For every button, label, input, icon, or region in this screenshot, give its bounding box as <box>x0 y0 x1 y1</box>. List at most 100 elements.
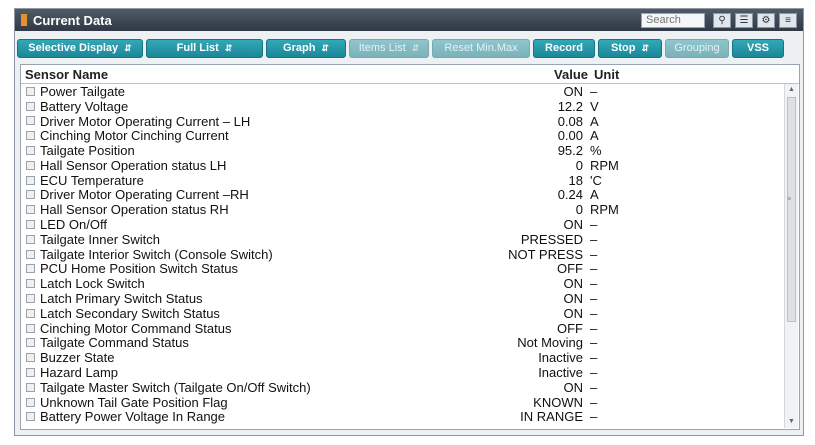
sensor-value: ON <box>563 379 584 395</box>
sensor-unit: RPM <box>590 157 619 173</box>
selective-display-label: Selective Display <box>28 42 119 54</box>
row-checkbox[interactable] <box>26 160 35 170</box>
sensor-value: ON <box>563 217 584 233</box>
graph-button[interactable]: Graph ⇵ <box>266 38 346 58</box>
vertical-scrollbar[interactable]: ▲ ≡ ▼ <box>784 84 798 428</box>
table-row[interactable]: Tailgate Position 95.2% <box>21 143 783 158</box>
table-row[interactable]: Hall Sensor Operation status RH 0 RPM <box>21 202 783 217</box>
selective-display-button[interactable]: Selective Display ⇵ <box>17 38 143 58</box>
row-checkbox[interactable] <box>26 116 35 126</box>
sensor-value: 0.08 <box>557 113 583 129</box>
sensor-name: Tailgate Inner Switch <box>40 231 160 247</box>
row-checkbox[interactable] <box>26 205 35 215</box>
table-row[interactable]: Latch Secondary Switch Status ON – <box>21 306 783 321</box>
sensor-unit: A <box>590 128 599 144</box>
table-row[interactable]: Unknown Tail Gate Position Flag KNOWN – <box>21 395 783 410</box>
stop-label: Stop <box>611 42 636 54</box>
row-checkbox[interactable] <box>26 264 35 274</box>
sensor-value: PRESSED <box>520 231 583 247</box>
row-checkbox[interactable] <box>26 220 35 230</box>
row-checkbox[interactable] <box>26 382 35 392</box>
table-row[interactable]: Latch Primary Switch Status ON – <box>21 291 783 306</box>
sensor-name: LED On/Off <box>40 217 107 233</box>
sensor-name: PCU Home Position Switch Status <box>40 261 238 277</box>
table-header: Sensor Name Value Unit <box>21 65 799 84</box>
reset-min-max-button[interactable]: Reset Min.Max <box>432 38 530 58</box>
full-list-label: Full List <box>176 42 219 54</box>
sensor-unit: – <box>590 379 598 395</box>
sensor-name: Latch Secondary Switch Status <box>40 305 220 321</box>
sensor-value: Not Moving <box>517 335 583 351</box>
scroll-down-arrow-icon[interactable]: ▼ <box>785 416 798 428</box>
row-checkbox[interactable] <box>26 131 35 141</box>
scroll-up-arrow-icon[interactable]: ▲ <box>785 84 798 96</box>
table-row[interactable]: Cinching Motor Cinching Current 0.00 A <box>21 128 783 143</box>
row-checkbox[interactable] <box>26 190 35 200</box>
vss-button[interactable]: VSS <box>732 38 784 58</box>
row-checkbox[interactable] <box>26 175 35 185</box>
sensor-table: Sensor Name Value Unit Power Tailgate ON –… <box>20 64 800 430</box>
sensor-unit: – <box>590 83 598 99</box>
sensor-name: Battery Voltage <box>40 98 129 114</box>
table-row[interactable]: LED On/Off ON – <box>21 217 783 232</box>
sensor-unit: RPM <box>590 202 619 218</box>
row-checkbox[interactable] <box>26 294 35 304</box>
table-row[interactable]: Driver Motor Operating Current – LH 0.08 A <box>21 114 783 129</box>
table-row[interactable]: Hall Sensor Operation status LH 0 RPM <box>21 158 783 173</box>
row-checkbox[interactable] <box>26 86 35 96</box>
settings-icon[interactable]: ⚙ <box>757 12 775 28</box>
row-checkbox[interactable] <box>26 353 35 363</box>
row-checkbox[interactable] <box>26 279 35 289</box>
list-view-icon[interactable]: ☰ <box>735 12 753 28</box>
row-checkbox[interactable] <box>26 338 35 348</box>
menu-icon[interactable]: ≡ <box>779 12 797 28</box>
graph-label: Graph <box>283 42 316 54</box>
table-row[interactable]: PCU Home Position Switch Status OFF – <box>21 261 783 277</box>
table-row[interactable]: Tailgate Master Switch (Tailgate On/Off … <box>21 380 783 395</box>
table-row[interactable]: Battery Voltage 12.2 V <box>21 99 783 114</box>
items-list-button[interactable]: Items List ⇵ <box>349 38 429 58</box>
table-row[interactable]: Power Tailgate ON – <box>21 84 783 99</box>
sensor-name: Driver Motor Operating Current –RH <box>40 187 249 203</box>
header-value[interactable]: Value <box>537 67 588 82</box>
sensor-value: OFF <box>557 261 583 277</box>
sensor-unit: % <box>590 143 602 159</box>
sensor-value: ON <box>563 291 584 307</box>
record-button[interactable]: Record <box>533 38 595 58</box>
table-row[interactable]: Cinching Motor Command Status OFF – <box>21 321 783 336</box>
table-row[interactable]: Tailgate Interior Switch (Console Switch… <box>21 247 783 262</box>
sensor-name: Latch Lock Switch <box>40 276 145 292</box>
row-checkbox[interactable] <box>26 249 35 259</box>
search-icon[interactable]: ⚲ <box>713 12 731 28</box>
row-checkbox[interactable] <box>26 323 35 333</box>
row-checkbox[interactable] <box>26 368 35 378</box>
current-data-window: Current Data ⚲ ☰ ⚙ ≡ Selective Display ⇵ … <box>14 8 804 436</box>
sensor-name: Cinching Motor Cinching Current <box>40 128 229 144</box>
scrollbar-thumb[interactable] <box>787 97 796 322</box>
search-input[interactable] <box>641 12 705 28</box>
table-row[interactable]: Hazard Lamp Inactive – <box>21 365 783 380</box>
header-sensor-name[interactable]: Sensor Name <box>21 67 537 82</box>
row-checkbox[interactable] <box>26 234 35 244</box>
row-checkbox[interactable] <box>26 412 35 422</box>
sensor-name: ECU Temperature <box>40 172 144 188</box>
stop-button[interactable]: Stop ⇵ <box>598 38 662 58</box>
header-unit[interactable]: Unit <box>588 67 619 82</box>
sensor-name: Tailgate Interior Switch (Console Switch… <box>40 246 273 262</box>
grouping-button[interactable]: Grouping <box>665 38 729 58</box>
row-checkbox[interactable] <box>26 397 35 407</box>
table-row[interactable]: Tailgate Command Status Not Moving – <box>21 335 783 351</box>
sensor-name: Tailgate Command Status <box>40 335 189 351</box>
table-row[interactable]: Latch Lock Switch ON – <box>21 276 783 291</box>
table-row[interactable]: Buzzer State Inactive – <box>21 350 783 365</box>
dropdown-arrow-icon: ⇵ <box>124 42 132 53</box>
table-row[interactable]: Battery Power Voltage In Range IN RANGE – <box>21 409 783 424</box>
row-checkbox[interactable] <box>26 146 35 156</box>
table-row[interactable]: Driver Motor Operating Current –RH 0.24 A <box>21 187 783 203</box>
row-checkbox[interactable] <box>26 101 35 111</box>
sensor-value: 0 <box>575 202 583 218</box>
table-row[interactable]: ECU Temperature 18 'C <box>21 173 783 188</box>
full-list-button[interactable]: Full List ⇵ <box>146 38 263 58</box>
row-checkbox[interactable] <box>26 308 35 318</box>
table-row[interactable]: Tailgate Inner Switch PRESSED – <box>21 232 783 247</box>
